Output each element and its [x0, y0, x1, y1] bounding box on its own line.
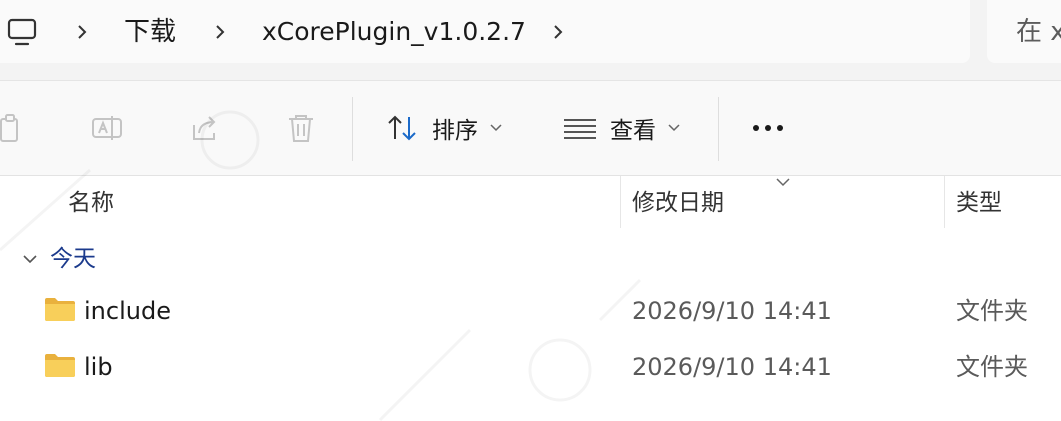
more-dots-icon[interactable] — [748, 111, 788, 145]
sort-arrows-icon — [388, 115, 416, 141]
column-header-type[interactable]: 类型 — [956, 188, 1002, 218]
folder-icon — [45, 298, 75, 321]
command-bar: 排序 查看 — [0, 81, 1061, 176]
file-date-modified: 2026/9/10 14:41 — [632, 353, 832, 381]
column-divider[interactable] — [620, 176, 621, 228]
monitor-icon[interactable] — [6, 17, 38, 47]
sort-button-label: 排序 — [432, 118, 478, 144]
rename-icon[interactable] — [90, 111, 124, 145]
view-lines-icon — [564, 119, 596, 139]
search-input[interactable]: 在 x — [1016, 15, 1061, 49]
file-type: 文件夹 — [956, 353, 1028, 381]
folder-icon — [45, 354, 75, 377]
address-bar-row: 下载 xCorePlugin_v1.0.2.7 在 x — [0, 0, 1061, 81]
file-date-modified: 2026/9/10 14:41 — [632, 297, 832, 325]
chevron-right-icon[interactable] — [76, 21, 88, 43]
column-header-row: 名称 修改日期 类型 — [0, 176, 1061, 228]
toolbar-divider — [718, 97, 719, 161]
column-header-name[interactable]: 名称 — [68, 188, 114, 218]
list-item[interactable]: lib 2026/9/10 14:41 文件夹 — [0, 340, 1061, 394]
sort-button[interactable]: 排序 — [386, 105, 502, 151]
breadcrumb-downloads[interactable]: 下载 — [124, 15, 176, 49]
group-header-today[interactable]: 今天 — [0, 238, 1061, 284]
copy-icon[interactable] — [0, 111, 26, 145]
file-name[interactable]: include — [84, 296, 171, 326]
group-label: 今天 — [50, 246, 96, 272]
column-divider[interactable] — [944, 176, 945, 228]
share-icon[interactable] — [188, 111, 222, 145]
file-explorer-window: 下载 xCorePlugin_v1.0.2.7 在 x 排序 查看 名称 修改日… — [0, 0, 1061, 421]
column-header-date-modified[interactable]: 修改日期 — [632, 188, 724, 218]
file-name[interactable]: lib — [84, 352, 113, 382]
view-button[interactable]: 查看 — [562, 105, 680, 151]
trash-icon[interactable] — [284, 111, 318, 145]
list-item[interactable]: include 2026/9/10 14:41 文件夹 — [0, 284, 1061, 338]
breadcrumb-current-folder[interactable]: xCorePlugin_v1.0.2.7 — [262, 15, 526, 49]
chevron-right-icon[interactable] — [214, 21, 226, 43]
chevron-down-icon — [668, 124, 680, 132]
chevron-down-icon — [490, 124, 502, 132]
chevron-down-icon[interactable] — [22, 254, 38, 264]
view-button-label: 查看 — [610, 118, 656, 144]
chevron-right-icon[interactable] — [552, 21, 564, 43]
address-bar[interactable]: 下载 xCorePlugin_v1.0.2.7 — [0, 0, 970, 63]
file-type: 文件夹 — [956, 297, 1028, 325]
sort-chevron-down-icon — [776, 178, 790, 187]
toolbar-divider — [352, 97, 353, 161]
